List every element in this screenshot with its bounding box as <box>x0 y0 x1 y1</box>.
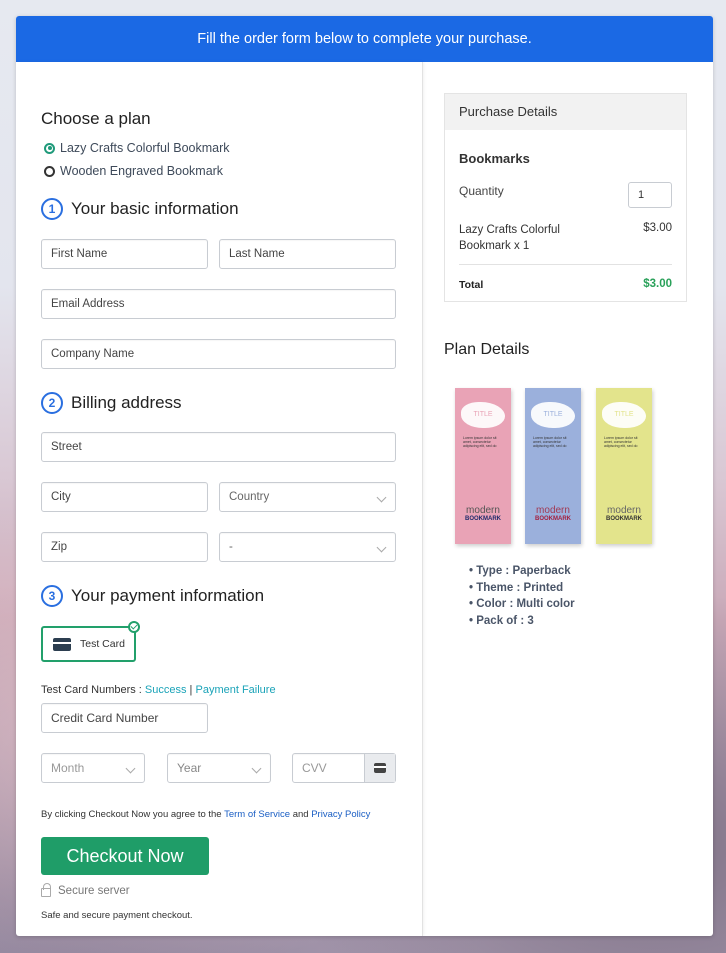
step-number-icon: 3 <box>41 585 63 607</box>
total-value: $3.00 <box>643 278 672 290</box>
step-number-icon: 2 <box>41 392 63 414</box>
bookmark-brand-text: BOOKMARK <box>535 516 571 522</box>
choose-plan-heading: Choose a plan <box>41 109 151 128</box>
chevron-down-icon <box>251 763 262 774</box>
section-title: Billing address <box>71 393 182 412</box>
order-form-card: Fill the order form below to complete yo… <box>16 16 713 936</box>
bookmark-modern-text: modern <box>466 505 500 516</box>
state-select-value: - <box>229 541 233 553</box>
line-item-label: Lazy Crafts Colorful Bookmark x 1 <box>459 224 560 252</box>
last-name-input[interactable]: Last Name <box>219 239 396 269</box>
test-card-label: Test Card Numbers : <box>41 684 145 696</box>
terms-prefix: By clicking Checkout Now you agree to th… <box>41 809 225 820</box>
test-card-numbers: Test Card Numbers : Success | Payment Fa… <box>41 684 276 696</box>
step-number-icon: 1 <box>41 198 63 220</box>
terms-and: and <box>290 809 312 820</box>
bookmark-lorem: Lorem ipsum dolor sit amet, consectetur … <box>463 436 497 448</box>
bookmark-lorem: Lorem ipsum dolor sit amet, consectetur … <box>604 436 638 448</box>
credit-card-number-input[interactable]: Credit Card Number <box>41 703 208 733</box>
safe-checkout-text: Safe and secure payment checkout. <box>41 910 193 921</box>
spec-item: Type : Paperback <box>469 563 575 580</box>
lock-icon <box>41 883 51 897</box>
checkout-now-button[interactable]: Checkout Now <box>41 837 209 875</box>
credit-card-icon <box>374 763 386 773</box>
section-basic-info: 1 Your basic information <box>41 198 239 220</box>
radio-selected-icon[interactable] <box>44 142 55 154</box>
total-label: Total <box>459 279 484 291</box>
terms-text: By clicking Checkout Now you agree to th… <box>41 809 370 820</box>
plan-option-label: Lazy Crafts Colorful Bookmark <box>60 141 230 155</box>
plan-specs-list: Type : Paperback Theme : Printed Color :… <box>469 563 575 630</box>
cvv-placeholder: CVV <box>302 761 327 775</box>
chevron-down-icon <box>376 492 387 503</box>
spec-item: Theme : Printed <box>469 580 575 597</box>
summary-column: Purchase Details Bookmarks Quantity 1 La… <box>424 62 713 936</box>
first-name-input[interactable]: First Name <box>41 239 208 269</box>
country-select-value: Country <box>229 491 270 503</box>
privacy-policy-link[interactable]: Privacy Policy <box>311 809 370 820</box>
line-item-price: $3.00 <box>643 222 672 234</box>
month-select-value: Month <box>51 761 85 775</box>
city-input[interactable]: City <box>41 482 208 512</box>
product-name: Bookmarks <box>459 151 530 166</box>
quantity-label: Quantity <box>459 184 504 198</box>
quantity-input[interactable]: 1 <box>628 182 672 208</box>
bookmark-modern-text: modern <box>536 505 570 516</box>
street-input[interactable]: Street <box>41 432 396 462</box>
bookmark-image-blue: TITLE Lorem ipsum dolor sit amet, consec… <box>525 388 581 544</box>
purchase-details-box: Purchase Details Bookmarks Quantity 1 La… <box>444 93 687 302</box>
bookmark-title: TITLE <box>531 402 575 428</box>
credit-card-icon <box>53 637 71 651</box>
divider <box>459 264 672 265</box>
bookmark-lorem: Lorem ipsum dolor sit amet, consectetur … <box>533 436 567 448</box>
plan-details-heading: Plan Details <box>444 341 530 358</box>
payment-method-label: Test Card <box>80 638 125 650</box>
form-column: Choose a plan Lazy Crafts Colorful Bookm… <box>16 62 423 936</box>
radio-unselected-icon[interactable] <box>44 165 55 177</box>
bookmark-brand-text: BOOKMARK <box>606 516 642 522</box>
spec-item: Pack of : 3 <box>469 613 575 630</box>
plan-option-label: Wooden Engraved Bookmark <box>60 164 224 178</box>
country-select[interactable]: Country <box>219 482 396 512</box>
chevron-down-icon <box>376 542 387 553</box>
purchase-details-heading: Purchase Details <box>445 94 686 130</box>
bookmark-modern-text: modern <box>607 505 641 516</box>
email-input[interactable]: Email Address <box>41 289 396 319</box>
bookmark-image-yellow: TITLE Lorem ipsum dolor sit amet, consec… <box>596 388 652 544</box>
payment-failure-link[interactable]: Payment Failure <box>195 684 275 696</box>
plan-option-lazy-crafts[interactable]: Lazy Crafts Colorful Bookmark <box>44 141 230 155</box>
section-billing: 2 Billing address <box>41 392 182 414</box>
year-select-value: Year <box>177 761 202 775</box>
check-circle-icon <box>128 621 140 633</box>
chevron-down-icon <box>125 763 136 774</box>
cvv-card-addon <box>364 754 395 782</box>
month-select[interactable]: Month <box>41 753 145 783</box>
state-select[interactable]: - <box>219 532 396 562</box>
bookmark-title: TITLE <box>602 402 646 428</box>
section-title: Your basic information <box>71 199 239 218</box>
cvv-input[interactable]: CVV <box>292 753 396 783</box>
header-banner: Fill the order form below to complete yo… <box>16 16 713 62</box>
plan-option-wooden[interactable]: Wooden Engraved Bookmark <box>44 164 223 178</box>
year-select[interactable]: Year <box>167 753 271 783</box>
secure-server: Secure server <box>41 883 130 897</box>
section-title: Your payment information <box>71 586 265 605</box>
payment-method-test-card[interactable]: Test Card <box>41 621 140 662</box>
section-payment: 3 Your payment information <box>41 585 264 607</box>
spec-item: Color : Multi color <box>469 596 574 613</box>
bookmark-brand-text: BOOKMARK <box>465 516 501 522</box>
success-link[interactable]: Success <box>145 684 187 696</box>
bookmark-image-pink: TITLE Lorem ipsum dolor sit amet, consec… <box>455 388 511 544</box>
company-input[interactable]: Company Name <box>41 339 396 369</box>
bookmark-title: TITLE <box>461 402 505 428</box>
terms-of-service-link[interactable]: Term of Service <box>224 809 290 820</box>
secure-server-label: Secure server <box>58 884 130 897</box>
zip-input[interactable]: Zip <box>41 532 208 562</box>
